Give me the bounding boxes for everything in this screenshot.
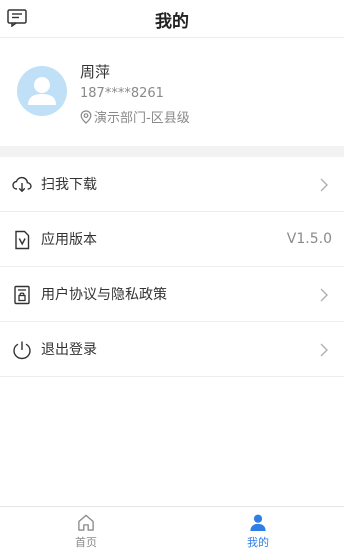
user-department-label: 演示部门-区县级	[94, 111, 190, 126]
menu-item-logout[interactable]: 退出登录	[0, 322, 344, 377]
page-title: 我的	[155, 12, 189, 32]
user-icon	[250, 514, 266, 532]
avatar[interactable]	[17, 66, 67, 116]
home-icon	[78, 514, 94, 531]
settings-menu: 扫我下载 应用版本 V1.5.0 用户协议与隐私政策 退出登录	[0, 157, 344, 377]
menu-item-download[interactable]: 扫我下载	[0, 157, 344, 212]
tab-home-label: 首页	[75, 536, 97, 549]
bottom-tab-bar: 首页 我的	[0, 506, 344, 550]
power-icon	[13, 341, 31, 360]
tab-mine-label: 我的	[247, 536, 269, 549]
user-avatar-icon	[28, 77, 56, 105]
section-divider	[0, 146, 344, 157]
chevron-right-icon	[320, 288, 328, 302]
app-header: 我的	[0, 0, 344, 38]
profile-card[interactable]: 周萍 187****8261 演示部门-区县级	[0, 38, 344, 146]
document-lock-icon	[14, 285, 30, 305]
chevron-right-icon	[320, 178, 328, 192]
user-phone: 187****8261	[80, 86, 164, 101]
menu-item-privacy[interactable]: 用户协议与隐私政策	[0, 267, 344, 322]
tab-home[interactable]: 首页	[0, 507, 172, 550]
menu-label-logout: 退出登录	[41, 342, 97, 358]
location-icon	[80, 109, 92, 124]
user-name: 周萍	[80, 63, 111, 81]
menu-label-download: 扫我下载	[41, 177, 97, 193]
user-department: 演示部门-区县级	[80, 107, 190, 126]
menu-label-privacy: 用户协议与隐私政策	[41, 287, 167, 303]
menu-label-version: 应用版本	[41, 232, 97, 248]
version-value: V1.5.0	[286, 231, 332, 247]
version-icon	[15, 230, 30, 250]
chevron-right-icon	[320, 343, 328, 357]
download-icon	[12, 176, 32, 193]
menu-item-version[interactable]: 应用版本 V1.5.0	[0, 212, 344, 267]
tab-mine[interactable]: 我的	[172, 507, 344, 550]
